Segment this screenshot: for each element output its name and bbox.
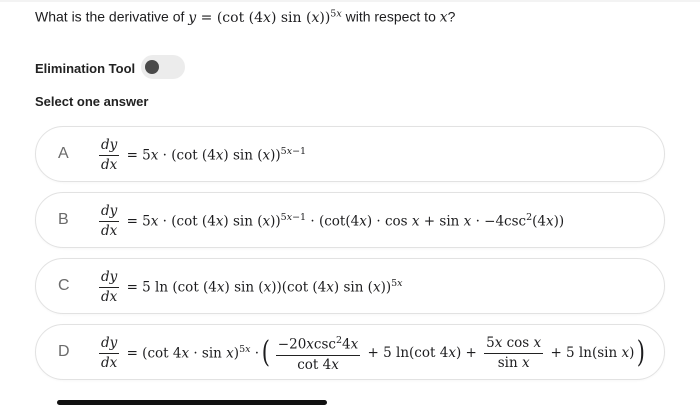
top-divider <box>0 0 700 2</box>
question-prefix: What is the derivative of <box>35 8 189 25</box>
dy-dx-fraction: dy dx <box>99 202 120 239</box>
option-c-expression: dy dx = 5 ln (cot (4x) sin (x))(cot (4x) … <box>99 268 403 305</box>
elimination-tool-label: Elimination Tool <box>35 60 136 76</box>
option-letter: B <box>58 211 69 228</box>
question-variable: x <box>439 9 448 26</box>
answer-option-b[interactable]: B dy dx = 5x · (cot (4x) sin (x))5x−1 · (… <box>35 192 665 248</box>
cos-fraction: 5x cos x sin x <box>484 334 544 371</box>
elimination-tool-row: Elimination Tool <box>35 55 185 81</box>
option-a-expression: dy dx = 5x · (cot (4x) sin (x))5x−1 <box>99 136 307 173</box>
answer-option-d[interactable]: D dy dx = (cot 4x · sin x)5x · ( −20xcsc2… <box>35 324 665 380</box>
answer-option-c[interactable]: C dy dx = 5 ln (cot (4x) sin (x))(cot (4x… <box>35 258 665 314</box>
option-letter: C <box>58 277 70 294</box>
question-text: What is the derivative of y = (cot (4x) … <box>35 8 455 26</box>
option-letter: A <box>58 145 69 162</box>
elimination-toggle[interactable] <box>141 55 185 79</box>
option-d-expression: dy dx = (cot 4x · sin x)5x · ( −20xcsc24x… <box>96 329 648 377</box>
option-letter: D <box>58 343 70 360</box>
question-end: ? <box>447 8 456 25</box>
home-indicator-bar <box>57 400 327 405</box>
option-b-expression: dy dx = 5x · (cot (4x) sin (x))5x−1 · (co… <box>99 202 565 239</box>
csc-fraction: −20xcsc24x cot 4x <box>275 332 361 374</box>
dy-dx-fraction: dy dx <box>99 136 120 173</box>
question-function: y = (cot (4x) sin (x))5x <box>188 8 342 26</box>
select-one-answer-label: Select one answer <box>35 94 149 109</box>
question-suffix: with respect to <box>341 8 440 25</box>
dy-dx-fraction: dy dx <box>99 334 120 371</box>
answer-option-a[interactable]: A dy dx = 5x · (cot (4x) sin (x))5x−1 <box>35 126 665 182</box>
toggle-knob <box>145 60 159 74</box>
dy-dx-fraction: dy dx <box>99 268 120 305</box>
